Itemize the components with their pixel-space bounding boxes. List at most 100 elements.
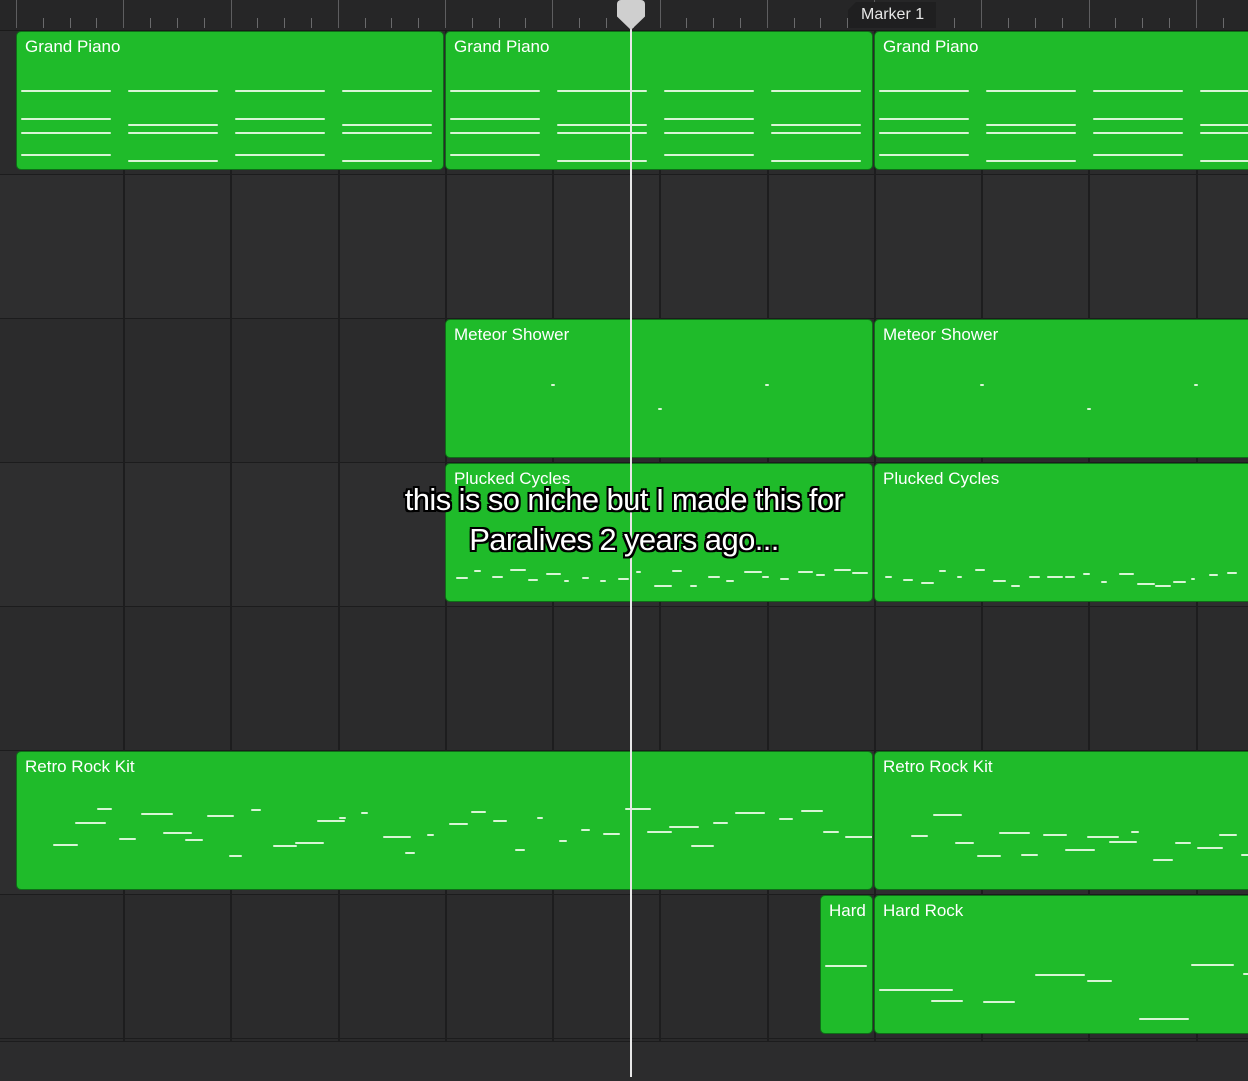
midi-note xyxy=(163,832,192,834)
midi-note xyxy=(780,578,789,580)
midi-note xyxy=(229,855,242,857)
midi-note xyxy=(1087,980,1112,982)
region-grand-piano-3[interactable]: Grand Piano xyxy=(874,31,1248,170)
midi-note xyxy=(128,90,218,92)
midi-note xyxy=(1087,836,1119,838)
midi-note xyxy=(1175,842,1191,844)
region-hard-rock[interactable]: Hard Rock xyxy=(874,895,1248,1034)
marker-1[interactable]: Marker 1 xyxy=(848,2,937,28)
ruler-beat-tick xyxy=(204,18,205,28)
ruler-beat-tick xyxy=(1008,18,1009,28)
midi-note xyxy=(456,577,468,579)
track-lane-2[interactable] xyxy=(0,175,1248,319)
midi-note xyxy=(669,826,699,828)
midi-note xyxy=(564,580,569,582)
midi-note xyxy=(977,855,1001,857)
ruler-bar-tick xyxy=(338,0,339,28)
midi-note xyxy=(664,154,754,156)
midi-note xyxy=(1153,859,1173,861)
ruler-beat-tick xyxy=(820,18,821,28)
ruler-beat-tick xyxy=(43,18,44,28)
midi-note xyxy=(647,831,672,833)
ruler-beat-tick xyxy=(579,18,580,28)
track-lane-5[interactable] xyxy=(0,607,1248,751)
midi-note xyxy=(21,154,111,156)
midi-note xyxy=(342,90,432,92)
midi-note xyxy=(141,813,173,815)
midi-note xyxy=(97,808,112,810)
midi-note xyxy=(1011,585,1020,587)
midi-note xyxy=(957,576,962,578)
midi-note xyxy=(295,842,324,844)
region-meteor-shower-1[interactable]: Meteor Shower xyxy=(445,319,873,458)
midi-note xyxy=(625,808,651,810)
region-plucked-cycles-2[interactable]: Plucked Cycles xyxy=(874,463,1248,602)
region-retro-rock-kit-1[interactable]: Retro Rock Kit xyxy=(16,751,873,890)
midi-note xyxy=(342,124,432,126)
region-hard-short[interactable]: Hard xyxy=(820,895,873,1034)
midi-note xyxy=(771,132,861,134)
midi-note xyxy=(980,384,984,386)
midi-note xyxy=(931,1000,963,1002)
region-label: Retro Rock Kit xyxy=(883,757,993,776)
midi-note xyxy=(1227,572,1237,574)
region-label: Hard xyxy=(829,901,866,920)
midi-note xyxy=(185,839,203,841)
midi-note xyxy=(450,90,540,92)
midi-note xyxy=(823,831,839,833)
midi-note xyxy=(557,90,647,92)
region-label: Meteor Shower xyxy=(454,325,570,344)
region-label: Grand Piano xyxy=(25,37,121,56)
midi-note xyxy=(1209,574,1218,576)
midi-note xyxy=(765,384,769,386)
ruler-bar-tick xyxy=(767,0,768,28)
midi-note xyxy=(582,577,589,579)
midi-note xyxy=(235,132,325,134)
caption-overlay: this is so niche but I made this for Par… xyxy=(404,482,844,557)
midi-note xyxy=(999,832,1030,834)
ruler-beat-tick xyxy=(740,18,741,28)
midi-note xyxy=(492,576,503,578)
midi-note xyxy=(21,132,111,134)
midi-note xyxy=(1047,576,1063,578)
horizontal-scroll-area[interactable] xyxy=(0,1041,1248,1081)
midi-note xyxy=(834,569,851,571)
region-grand-piano-1[interactable]: Grand Piano xyxy=(16,31,444,170)
ruler-beat-tick xyxy=(1223,18,1224,28)
midi-note xyxy=(1173,581,1186,583)
region-grand-piano-2[interactable]: Grand Piano xyxy=(445,31,873,170)
midi-note xyxy=(708,576,720,578)
ruler-bar-tick xyxy=(981,0,982,28)
midi-note xyxy=(1197,847,1223,849)
midi-note xyxy=(1139,1018,1189,1020)
ruler-beat-tick xyxy=(284,18,285,28)
midi-note xyxy=(557,124,647,126)
midi-note xyxy=(975,569,985,571)
midi-note xyxy=(75,822,106,824)
midi-note xyxy=(771,90,861,92)
midi-note xyxy=(1021,854,1038,856)
midi-note xyxy=(879,154,969,156)
midi-note xyxy=(559,840,567,842)
midi-note xyxy=(1029,576,1040,578)
midi-note xyxy=(1043,834,1067,836)
midi-note xyxy=(664,118,754,120)
ruler-beat-tick xyxy=(847,18,848,28)
midi-note xyxy=(119,838,136,840)
midi-note xyxy=(537,817,543,819)
midi-note xyxy=(983,1001,1015,1003)
ruler-beat-tick xyxy=(257,18,258,28)
ruler-bar-tick xyxy=(552,0,553,28)
region-label: Grand Piano xyxy=(883,37,979,56)
region-meteor-shower-2[interactable]: Meteor Shower xyxy=(874,319,1248,458)
midi-note xyxy=(993,580,1006,582)
midi-note xyxy=(603,833,620,835)
midi-note xyxy=(879,118,969,120)
region-retro-rock-kit-2[interactable]: Retro Rock Kit xyxy=(874,751,1248,890)
midi-note xyxy=(1087,408,1091,410)
midi-note xyxy=(515,849,525,851)
midi-note xyxy=(510,569,526,571)
region-label: Retro Rock Kit xyxy=(25,757,135,776)
region-label: Hard Rock xyxy=(883,901,964,920)
ruler-beat-tick xyxy=(1035,18,1036,28)
